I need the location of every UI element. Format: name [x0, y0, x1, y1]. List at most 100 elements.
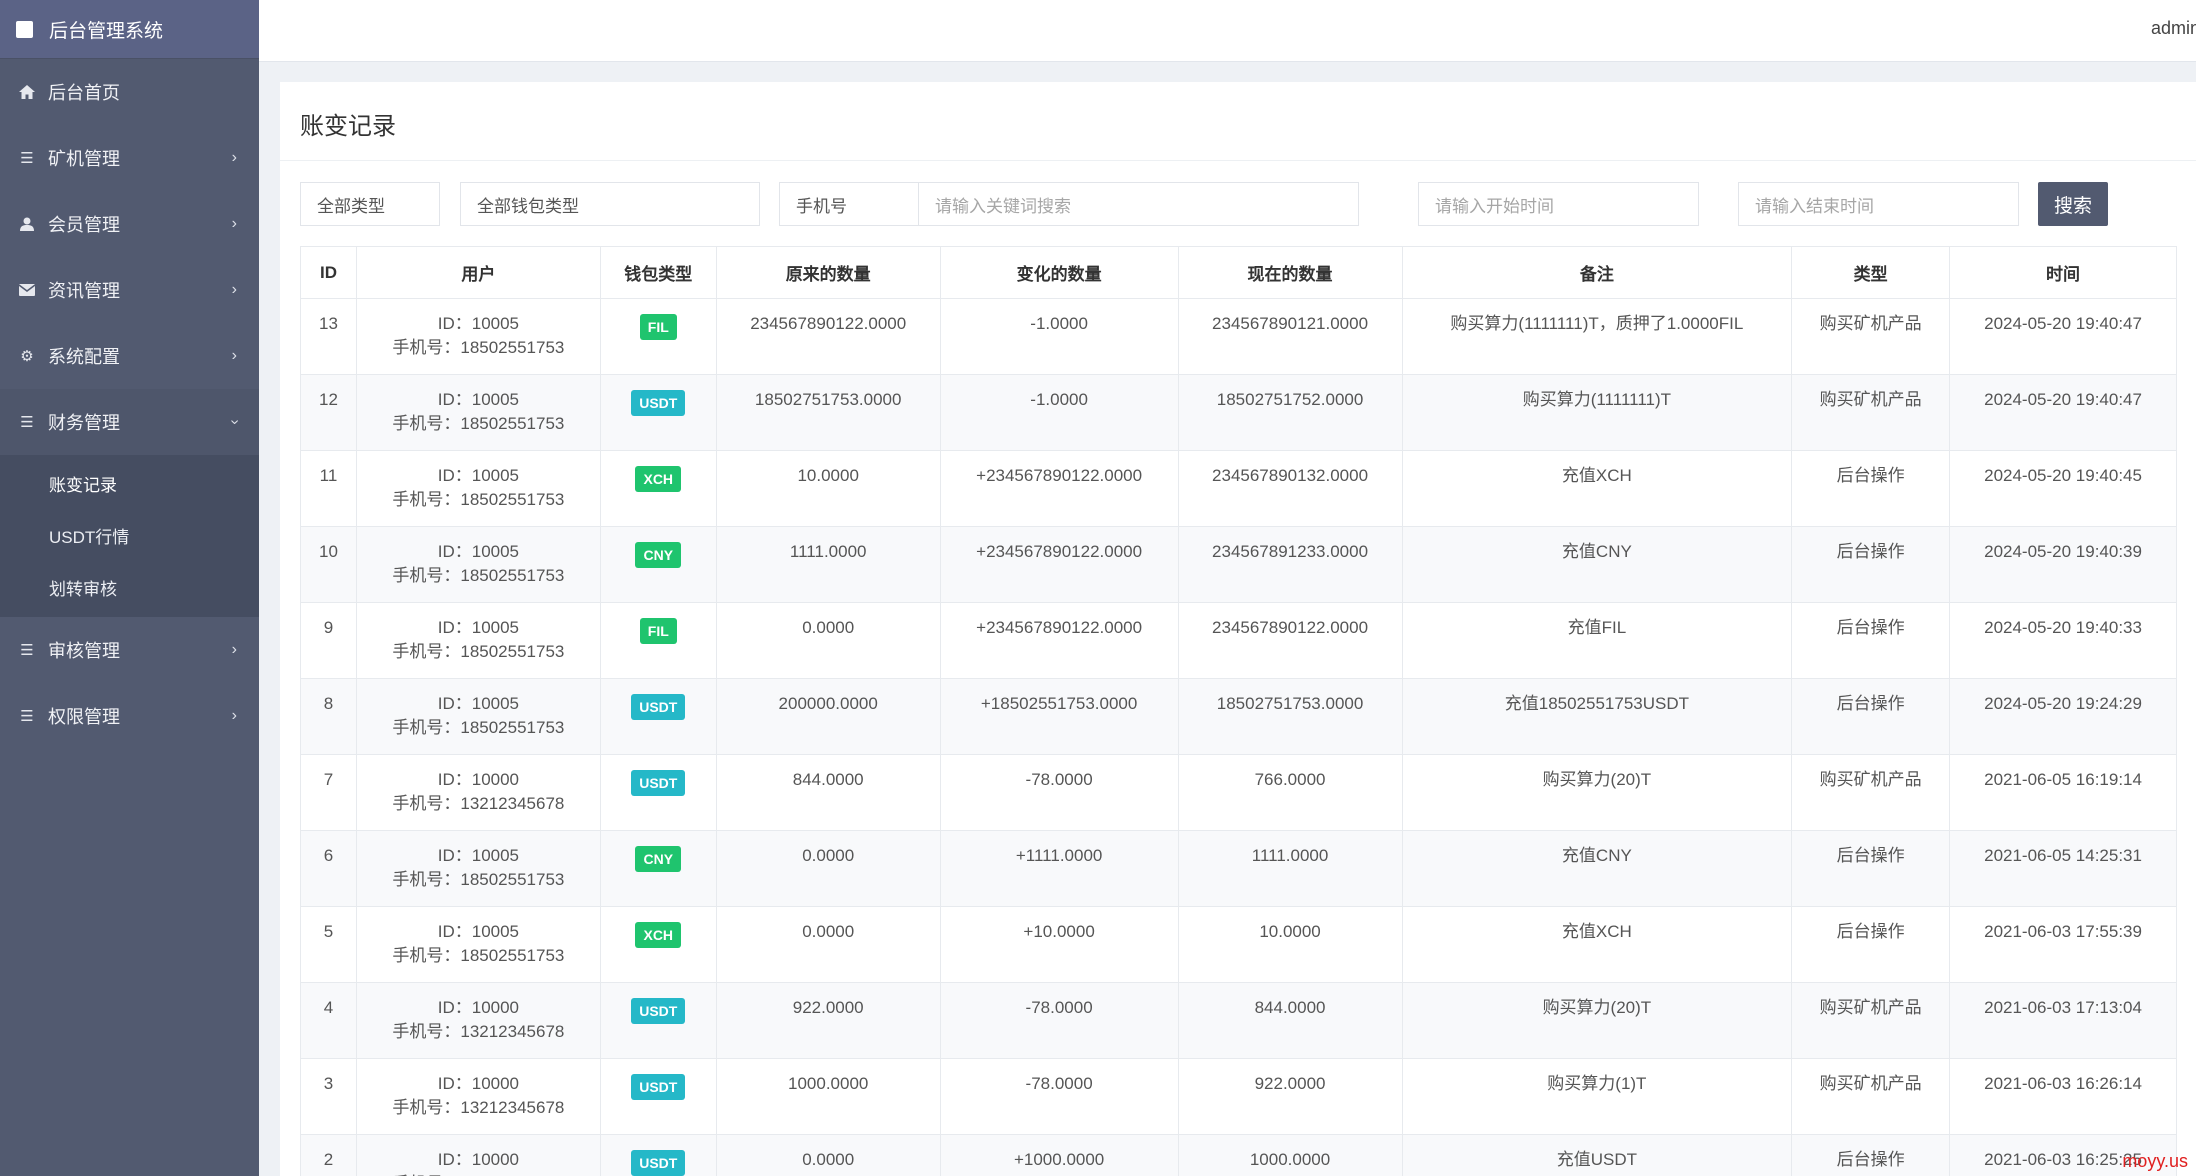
cell-time: 2021-06-05 16:19:14 [1949, 754, 2177, 831]
cell-after: 766.0000 [1177, 754, 1403, 831]
column-header-after[interactable]: 现在的数量 [1177, 246, 1403, 299]
cell-type: 购买矿机产品 [1791, 374, 1951, 451]
start-time-input[interactable]: 请输入开始时间 [1418, 182, 1699, 226]
top-header: admin [259, 0, 2196, 62]
list-icon: ☰ [20, 150, 34, 167]
cell-time: 2024-05-20 19:40:39 [1949, 526, 2177, 603]
cell-type: 后台操作 [1791, 526, 1951, 603]
cell-after: 234567890132.0000 [1177, 450, 1403, 527]
cell-wallet: CNY [599, 526, 717, 603]
column-header-change[interactable]: 变化的数量 [939, 246, 1179, 299]
column-header-wallet[interactable]: 钱包类型 [599, 246, 717, 299]
user-id: ID：10005 [437, 922, 520, 941]
table-row: 10 ID：10005 手机号：18502551753 CNY 1111.0000 +23… [300, 526, 2177, 603]
cell-user: ID：10005 手机号：18502551753 [355, 526, 601, 603]
column-header-time[interactable]: 时间 [1949, 246, 2177, 299]
cell-change: +234567890122.0000 [939, 526, 1179, 603]
cogs-icon: ⚙ [20, 348, 34, 365]
cell-type: 购买矿机产品 [1791, 754, 1951, 831]
cell-id: 4 [300, 982, 357, 1059]
table-row: 12 ID：10005 手机号：18502551753 USDT 18502751753… [300, 374, 2177, 451]
cell-change: -78.0000 [939, 982, 1179, 1059]
keyword-search-input[interactable]: 请输入关键词搜索 [918, 182, 1359, 226]
user-phone: 手机号：13212345678 [357, 1172, 600, 1176]
wallet-badge: XCH [635, 922, 682, 948]
cell-after: 1111.0000 [1177, 830, 1403, 907]
chevron-right-icon: › [231, 215, 237, 232]
cell-after: 844.0000 [1177, 982, 1403, 1059]
cell-change: -78.0000 [939, 754, 1179, 831]
cell-time: 2021-06-05 14:25:31 [1949, 830, 2177, 907]
cell-id: 12 [300, 374, 357, 451]
cell-id: 2 [300, 1134, 357, 1176]
sidebar-item-members[interactable]: 会员管理 › [0, 191, 259, 257]
submenu-item-usdt-market[interactable]: USDT行情 [0, 509, 259, 561]
table-row: 6 ID：10005 手机号：18502551753 CNY 0.0000 +1111.0… [300, 830, 2177, 907]
type-select[interactable]: 全部类型 [300, 182, 440, 226]
user-phone: 手机号：13212345678 [392, 1022, 565, 1041]
wallet-badge: USDT [631, 694, 686, 720]
cell-before: 0.0000 [715, 830, 941, 907]
cell-time: 2021-06-03 16:26:14 [1949, 1058, 2177, 1135]
cell-remark: 充值18502551753USDT [1401, 678, 1793, 755]
cell-change: -1.0000 [939, 374, 1179, 451]
list-icon: ☰ [20, 708, 34, 725]
cell-remark: 购买算力(20)T [1401, 982, 1793, 1059]
user-menu[interactable]: admin [2151, 18, 2196, 39]
sidebar-item-review[interactable]: ☰ 审核管理 › [0, 617, 259, 683]
cell-remark: 购买算力(1)T [1401, 1058, 1793, 1135]
cell-id: 9 [300, 602, 357, 679]
cell-time: 2024-05-20 19:40:47 [1949, 298, 2177, 375]
sidebar-item-finance[interactable]: ☰ 财务管理 › [0, 389, 259, 455]
cell-before: 922.0000 [715, 982, 941, 1059]
list-icon: ☰ [20, 414, 34, 431]
cell-change: +10.0000 [939, 906, 1179, 983]
user-phone: 手机号：18502551753 [392, 338, 565, 357]
cell-time: 2021-06-03 17:55:39 [1949, 906, 2177, 983]
cell-type: 后台操作 [1791, 678, 1951, 755]
end-time-input[interactable]: 请输入结束时间 [1738, 182, 2019, 226]
table-row: 9 ID：10005 手机号：18502551753 FIL 0.0000 +234567… [300, 602, 2177, 679]
user-id: ID：10005 [437, 542, 520, 561]
sidebar-item-miners[interactable]: ☰ 矿机管理 › [0, 125, 259, 191]
sidebar-item-label: 系统配置 [48, 347, 120, 367]
submenu-item-transfer-review[interactable]: 划转审核 [0, 561, 259, 613]
cell-after: 10.0000 [1177, 906, 1403, 983]
watermark: moyy.us [2122, 1151, 2188, 1171]
cell-time: 2024-05-20 19:40:47 [1949, 374, 2177, 451]
page-title: 账变记录 [300, 113, 396, 140]
cell-user: ID：10005 手机号：18502551753 [355, 602, 601, 679]
cell-wallet: USDT [599, 1058, 717, 1135]
wallet-type-select[interactable]: 全部钱包类型 [460, 182, 760, 226]
account-changes-table: ID 用户 钱包类型 原来的数量 变化的数量 现在的数量 备注 类型 时间 13… [300, 246, 2177, 1176]
search-button[interactable]: 搜索 [2038, 182, 2108, 226]
cell-wallet: USDT [599, 754, 717, 831]
column-header-user[interactable]: 用户 [355, 246, 601, 299]
user-phone: 手机号：13212345678 [392, 1098, 565, 1117]
cell-after: 18502751753.0000 [1177, 678, 1403, 755]
table-row: 4 ID：10000 手机号：13212345678 USDT 922.0000 -78.… [300, 982, 2177, 1059]
sidebar-item-news[interactable]: 资讯管理 › [0, 257, 259, 323]
envelope-icon [18, 284, 36, 296]
content-panel: 账变记录 全部类型 全部钱包类型 手机号 请输入关键词搜索 请输入开始时间 请输… [280, 82, 2196, 1176]
submenu-item-account-changes[interactable]: 账变记录 [0, 457, 259, 509]
chevron-right-icon: › [231, 149, 237, 166]
user-id: ID：10005 [437, 314, 520, 333]
column-header-type[interactable]: 类型 [1791, 246, 1951, 299]
cell-after: 1000.0000 [1177, 1134, 1403, 1176]
cell-wallet: XCH [599, 906, 717, 983]
column-header-id[interactable]: ID [300, 246, 357, 299]
wallet-badge: XCH [635, 466, 682, 492]
cell-id: 7 [300, 754, 357, 831]
sidebar-item-home[interactable]: 后台首页 [0, 59, 259, 125]
user-id: ID：10005 [437, 466, 520, 485]
column-header-remark[interactable]: 备注 [1401, 246, 1793, 299]
user-id: ID：10005 [437, 390, 520, 409]
user-id: ID：10005 [437, 694, 520, 713]
column-header-before[interactable]: 原来的数量 [715, 246, 941, 299]
field-select[interactable]: 手机号 [779, 182, 919, 226]
chevron-right-icon: › [231, 641, 237, 658]
sidebar-item-permissions[interactable]: ☰ 权限管理 › [0, 683, 259, 749]
brand[interactable]: 后台管理系统 [0, 0, 259, 59]
sidebar-item-system-config[interactable]: ⚙ 系统配置 › [0, 323, 259, 389]
